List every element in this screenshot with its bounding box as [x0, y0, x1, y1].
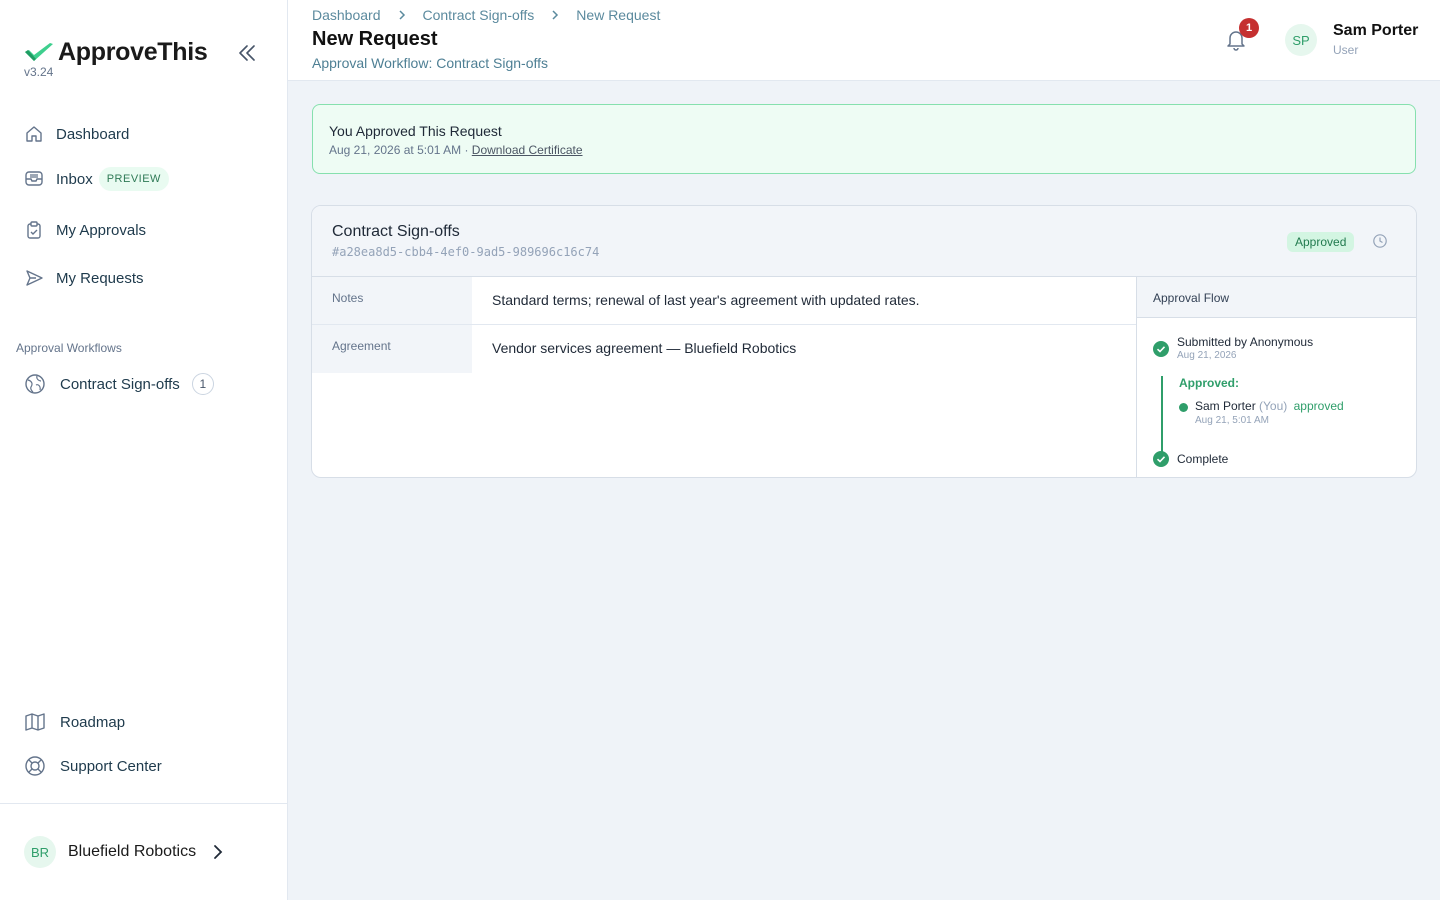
nav-roadmap-label: Roadmap: [60, 713, 126, 731]
approver-date: Aug 21, 5:01 AM: [1195, 415, 1269, 426]
checkmark-logo-icon: [25, 42, 53, 61]
workflows-section-title: Approval Workflows: [16, 341, 122, 355]
clipboard-check-icon: [27, 221, 41, 239]
org-name: Bluefield Robotics: [68, 843, 197, 860]
user-avatar[interactable]: SP: [1285, 24, 1317, 56]
org-switcher[interactable]: BR Bluefield Robotics: [24, 836, 224, 868]
home-icon: [26, 126, 42, 142]
send-icon: [26, 270, 43, 286]
nav-dashboard-label: Dashboard: [56, 125, 130, 143]
banner-title: You Approved This Request: [329, 123, 502, 139]
notification-count-badge: 1: [1239, 18, 1259, 38]
collapse-sidebar-icon[interactable]: [236, 42, 258, 64]
user-role: User: [1333, 43, 1359, 57]
nav-my-requests-label: My Requests: [56, 269, 144, 287]
approver-entry: Sam Porter (You) approved: [1195, 399, 1344, 413]
sidebar: ApproveThis v3.24 Dashboard Inbox PREVIE…: [0, 0, 288, 900]
user-name[interactable]: Sam Porter: [1333, 22, 1418, 40]
field-label: Notes: [312, 277, 472, 325]
breadcrumb-dashboard[interactable]: Dashboard: [312, 7, 381, 23]
inbox-icon: [25, 171, 43, 186]
nav-my-requests[interactable]: My Requests: [24, 268, 144, 288]
preview-badge: PREVIEW: [98, 167, 169, 191]
nav-my-approvals[interactable]: My Approvals: [24, 220, 146, 240]
nav-support-center[interactable]: Support Center: [24, 755, 162, 777]
request-id: #a28ea8d5-cbb4-4ef0-9ad5-989696c16c74: [332, 245, 600, 259]
flow-connector: [1161, 376, 1163, 454]
app-version: v3.24: [24, 65, 54, 79]
request-title: Contract Sign-offs: [332, 223, 460, 240]
flow-complete: Complete: [1177, 452, 1229, 466]
field-value: Vendor services agreement — Bluefield Ro…: [492, 340, 797, 356]
chevron-right-icon: [552, 10, 559, 20]
workflow-contract-sign-offs[interactable]: Contract Sign-offs 1: [24, 373, 214, 395]
request-card: Contract Sign-offs #a28ea8d5-cbb4-4ef0-9…: [311, 205, 1417, 478]
approved-step-label: Approved:: [1179, 376, 1239, 390]
breadcrumb: Dashboard Contract Sign-offs New Request: [312, 7, 660, 23]
field-row-notes: Notes Standard terms; renewal of last ye…: [312, 277, 1136, 325]
field-label: Agreement: [312, 325, 472, 373]
breadcrumb-workflow[interactable]: Contract Sign-offs: [423, 7, 535, 23]
page-header: Dashboard Contract Sign-offs New Request…: [288, 0, 1440, 81]
clock-history-icon[interactable]: [1372, 233, 1388, 249]
nav-roadmap[interactable]: Roadmap: [24, 711, 125, 733]
page-subtitle: Approval Workflow: Contract Sign-offs: [312, 55, 549, 71]
check-circle-icon: [1153, 341, 1169, 357]
approver-you-tag: (You): [1259, 399, 1288, 413]
submitted-by: Submitted by Anonymous: [1177, 335, 1314, 349]
app-logo[interactable]: ApproveThis: [24, 38, 208, 67]
workflow-count-badge: 1: [191, 373, 214, 395]
nav-inbox-label: Inbox: [56, 170, 93, 188]
banner-date: Aug 21, 2026 at 5:01 AM: [329, 143, 462, 157]
approval-flow-title: Approval Flow: [1137, 277, 1416, 318]
chevron-right-icon: [214, 845, 223, 859]
page-title: New Request: [312, 28, 438, 50]
app-name: ApproveThis: [58, 38, 208, 66]
org-avatar: BR: [24, 836, 56, 868]
nav-dashboard[interactable]: Dashboard: [24, 124, 129, 144]
approval-flow-panel: Approval Flow Submitted by Anonymous Aug…: [1136, 277, 1416, 477]
approver-action: approved: [1293, 399, 1344, 413]
approver-status-dot: [1179, 403, 1188, 412]
chevron-right-icon: [398, 10, 405, 20]
request-card-header: Contract Sign-offs #a28ea8d5-cbb4-4ef0-9…: [312, 206, 1416, 277]
nav-inbox[interactable]: Inbox PREVIEW: [24, 167, 169, 191]
banner-meta: Aug 21, 2026 at 5:01 AM · Download Certi…: [329, 143, 583, 157]
map-icon: [25, 713, 45, 731]
field-row-agreement: Agreement Vendor services agreement — Bl…: [312, 325, 1136, 373]
status-badge: Approved: [1287, 232, 1355, 252]
field-value: Standard terms; renewal of last year's a…: [492, 292, 920, 308]
approver-name: Sam Porter: [1195, 399, 1256, 413]
approved-banner: You Approved This Request Aug 21, 2026 a…: [312, 104, 1416, 174]
nav-my-approvals-label: My Approvals: [56, 221, 147, 239]
globe-icon: [25, 374, 45, 394]
breadcrumb-current[interactable]: New Request: [576, 7, 660, 23]
check-circle-icon: [1153, 451, 1169, 467]
download-certificate-link[interactable]: Download Certificate: [472, 143, 583, 157]
lifebuoy-icon: [25, 756, 45, 776]
submitted-date: Aug 21, 2026: [1177, 350, 1237, 361]
sidebar-footer: BR Bluefield Robotics: [0, 803, 287, 900]
banner-separator: ·: [464, 143, 469, 157]
nav-support-label: Support Center: [60, 757, 162, 775]
workflow-label: Contract Sign-offs: [60, 375, 180, 393]
